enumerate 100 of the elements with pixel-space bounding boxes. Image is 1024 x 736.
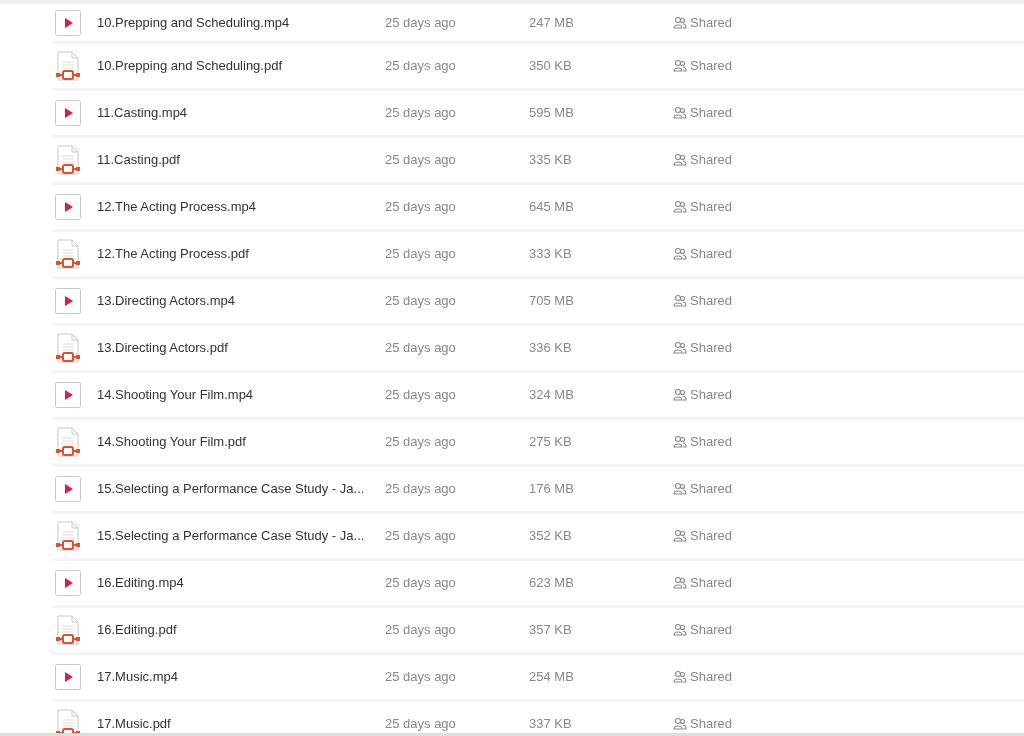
file-name: 11.Casting.pdf bbox=[97, 151, 181, 170]
file-row[interactable]: 16.Editing.pdf 25 days ago 357 KB Shared bbox=[52, 608, 1024, 655]
sharing-status: Shared bbox=[690, 621, 732, 640]
sharing-status: Shared bbox=[690, 13, 732, 32]
sharing-status: Shared bbox=[690, 104, 732, 123]
people-icon bbox=[673, 247, 687, 261]
file-size: 352 KB bbox=[529, 527, 573, 546]
file-row[interactable]: 16.Editing.mp4 25 days ago 623 MB Shared bbox=[52, 561, 1024, 608]
people-icon bbox=[673, 670, 687, 684]
file-size: 623 MB bbox=[529, 574, 575, 593]
file-size: 335 KB bbox=[529, 151, 573, 170]
modified-date: 25 days ago bbox=[385, 433, 457, 452]
file-size: 357 KB bbox=[529, 621, 573, 640]
pdf-file-icon bbox=[55, 615, 81, 645]
file-size: 337 KB bbox=[529, 715, 573, 733]
file-name: 12.The Acting Process.pdf bbox=[97, 245, 250, 264]
modified-date: 25 days ago bbox=[385, 621, 457, 640]
sharing-status: Shared bbox=[690, 292, 732, 311]
people-icon bbox=[673, 341, 687, 355]
people-icon bbox=[673, 106, 687, 120]
sharing-status: Shared bbox=[690, 151, 732, 170]
file-size: 254 MB bbox=[529, 668, 575, 687]
file-name: 10.Prepping and Scheduling.mp4 bbox=[97, 13, 291, 32]
file-name: 10.Prepping and Scheduling.pdf bbox=[97, 57, 284, 76]
file-name: 17.Music.pdf bbox=[97, 715, 172, 733]
file-name: 15.Selecting a Performance Case Study - Ja... bbox=[97, 527, 366, 546]
modified-date: 25 days ago bbox=[385, 527, 457, 546]
file-row[interactable]: 13.Directing Actors.mp4 25 days ago 705 MB Shared bbox=[52, 279, 1024, 326]
file-row[interactable]: 15.Selecting a Performance Case Study - Ja... 25 days ago 176 MB Shared bbox=[52, 467, 1024, 514]
file-size: 705 MB bbox=[529, 292, 575, 311]
file-size: 324 MB bbox=[529, 386, 575, 405]
modified-date: 25 days ago bbox=[385, 480, 457, 499]
video-file-icon bbox=[55, 288, 81, 314]
sharing-status: Shared bbox=[690, 715, 732, 733]
sharing-status: Shared bbox=[690, 527, 732, 546]
pdf-file-icon bbox=[55, 521, 81, 551]
people-icon bbox=[673, 717, 687, 731]
pdf-file-icon bbox=[55, 51, 81, 81]
file-name: 16.Editing.pdf bbox=[97, 621, 178, 640]
file-size: 247 MB bbox=[529, 13, 575, 32]
video-file-icon bbox=[55, 570, 81, 596]
sharing-status: Shared bbox=[690, 339, 732, 358]
file-name: 13.Directing Actors.mp4 bbox=[97, 292, 236, 311]
file-row[interactable]: 17.Music.mp4 25 days ago 254 MB Shared bbox=[52, 655, 1024, 702]
file-name: 15.Selecting a Performance Case Study - Ja... bbox=[97, 480, 366, 499]
file-size: 275 KB bbox=[529, 433, 573, 452]
file-name: 14.Shooting Your Film.mp4 bbox=[97, 386, 255, 405]
file-row[interactable]: 11.Casting.mp4 25 days ago 595 MB Shared bbox=[52, 91, 1024, 138]
video-file-icon bbox=[55, 9, 81, 36]
pdf-file-icon bbox=[55, 145, 81, 175]
file-row[interactable]: 14.Shooting Your Film.pdf 25 days ago 275 KB Shared bbox=[52, 420, 1024, 467]
modified-date: 25 days ago bbox=[385, 13, 457, 32]
modified-date: 25 days ago bbox=[385, 715, 457, 733]
file-name: 17.Music.mp4 bbox=[97, 668, 179, 687]
file-name: 12.The Acting Process.mp4 bbox=[97, 198, 257, 217]
file-size: 645 MB bbox=[529, 198, 575, 217]
file-size: 595 MB bbox=[529, 104, 575, 123]
pdf-file-icon bbox=[55, 239, 81, 269]
modified-date: 25 days ago bbox=[385, 574, 457, 593]
modified-date: 25 days ago bbox=[385, 245, 457, 264]
modified-date: 25 days ago bbox=[385, 104, 457, 123]
modified-date: 25 days ago bbox=[385, 292, 457, 311]
file-name: 11.Casting.mp4 bbox=[97, 104, 189, 123]
sharing-status: Shared bbox=[690, 57, 732, 76]
modified-date: 25 days ago bbox=[385, 57, 457, 76]
sharing-status: Shared bbox=[690, 574, 732, 593]
file-name: 14.Shooting Your Film.pdf bbox=[97, 433, 247, 452]
people-icon bbox=[673, 153, 687, 167]
people-icon bbox=[673, 529, 687, 543]
file-row[interactable]: 10.Prepping and Scheduling.pdf 25 days ago 350 KB Shared bbox=[52, 44, 1024, 91]
sharing-status: Shared bbox=[690, 668, 732, 687]
people-icon bbox=[673, 15, 687, 30]
people-icon bbox=[673, 435, 687, 449]
file-size: 176 MB bbox=[529, 480, 575, 499]
pdf-file-icon bbox=[55, 333, 81, 363]
modified-date: 25 days ago bbox=[385, 668, 457, 687]
people-icon bbox=[673, 576, 687, 590]
modified-date: 25 days ago bbox=[385, 198, 457, 217]
modified-date: 25 days ago bbox=[385, 386, 457, 405]
video-file-icon bbox=[55, 194, 81, 220]
sharing-status: Shared bbox=[690, 480, 732, 499]
video-file-icon bbox=[55, 382, 81, 408]
pdf-file-icon bbox=[55, 427, 81, 457]
file-row[interactable]: 14.Shooting Your Film.mp4 25 days ago 324 MB Shared bbox=[52, 373, 1024, 420]
video-file-icon bbox=[55, 100, 81, 126]
modified-date: 25 days ago bbox=[385, 151, 457, 170]
modified-date: 25 days ago bbox=[385, 339, 457, 358]
sharing-status: Shared bbox=[690, 198, 732, 217]
file-row[interactable]: 10.Prepping and Scheduling.mp4 25 days ago 247 MB Shared bbox=[52, 4, 1024, 44]
file-size: 350 KB bbox=[529, 57, 573, 76]
people-icon bbox=[673, 388, 687, 402]
file-row[interactable]: 15.Selecting a Performance Case Study - Ja... 25 days ago 352 KB Shared bbox=[52, 514, 1024, 561]
file-row[interactable]: 11.Casting.pdf 25 days ago 335 KB Shared bbox=[52, 138, 1024, 185]
file-row[interactable]: 13.Directing Actors.pdf 25 days ago 336 KB Shared bbox=[52, 326, 1024, 373]
file-row[interactable]: 12.The Acting Process.pdf 25 days ago 333 KB Shared bbox=[52, 232, 1024, 279]
sharing-status: Shared bbox=[690, 386, 732, 405]
file-row[interactable]: 12.The Acting Process.mp4 25 days ago 645 MB Shared bbox=[52, 185, 1024, 232]
people-icon bbox=[673, 59, 687, 73]
people-icon bbox=[673, 200, 687, 214]
sharing-status: Shared bbox=[690, 433, 732, 452]
